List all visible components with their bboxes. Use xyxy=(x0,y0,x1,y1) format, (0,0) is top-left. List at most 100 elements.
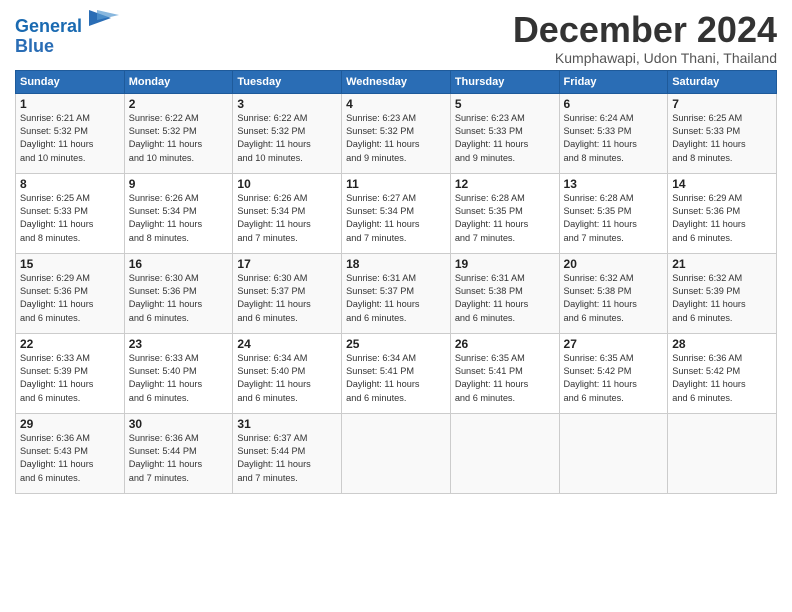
calendar-cell xyxy=(450,413,559,493)
col-monday: Monday xyxy=(124,70,233,93)
cell-info: Sunrise: 6:36 AMSunset: 5:44 PMDaylight:… xyxy=(129,432,229,485)
info-line: and 6 minutes. xyxy=(129,312,229,325)
info-line: Sunset: 5:38 PM xyxy=(564,285,664,298)
cell-info: Sunrise: 6:29 AMSunset: 5:36 PMDaylight:… xyxy=(20,272,120,325)
day-number: 19 xyxy=(455,257,555,271)
cell-info: Sunrise: 6:33 AMSunset: 5:39 PMDaylight:… xyxy=(20,352,120,405)
calendar-cell: 14Sunrise: 6:29 AMSunset: 5:36 PMDayligh… xyxy=(668,173,777,253)
day-number: 25 xyxy=(346,337,446,351)
calendar-cell: 8Sunrise: 6:25 AMSunset: 5:33 PMDaylight… xyxy=(16,173,125,253)
calendar-cell: 15Sunrise: 6:29 AMSunset: 5:36 PMDayligh… xyxy=(16,253,125,333)
info-line: Sunrise: 6:33 AM xyxy=(20,352,120,365)
month-title: December 2024 xyxy=(513,10,777,50)
cell-info: Sunrise: 6:37 AMSunset: 5:44 PMDaylight:… xyxy=(237,432,337,485)
col-sunday: Sunday xyxy=(16,70,125,93)
info-line: Daylight: 11 hours xyxy=(20,378,120,391)
cell-info: Sunrise: 6:34 AMSunset: 5:41 PMDaylight:… xyxy=(346,352,446,405)
calendar-cell: 28Sunrise: 6:36 AMSunset: 5:42 PMDayligh… xyxy=(668,333,777,413)
col-friday: Friday xyxy=(559,70,668,93)
week-row-5: 29Sunrise: 6:36 AMSunset: 5:43 PMDayligh… xyxy=(16,413,777,493)
info-line: Sunset: 5:34 PM xyxy=(237,205,337,218)
day-number: 14 xyxy=(672,177,772,191)
info-line: and 6 minutes. xyxy=(20,472,120,485)
col-saturday: Saturday xyxy=(668,70,777,93)
info-line: Sunset: 5:33 PM xyxy=(20,205,120,218)
logo: General Blue xyxy=(15,14,119,57)
info-line: and 6 minutes. xyxy=(346,392,446,405)
logo-text: General xyxy=(15,14,119,37)
info-line: Sunset: 5:34 PM xyxy=(129,205,229,218)
info-line: Sunrise: 6:27 AM xyxy=(346,192,446,205)
calendar-table: Sunday Monday Tuesday Wednesday Thursday… xyxy=(15,70,777,494)
info-line: Sunset: 5:42 PM xyxy=(672,365,772,378)
info-line: Daylight: 11 hours xyxy=(455,378,555,391)
info-line: and 6 minutes. xyxy=(564,312,664,325)
header-row: Sunday Monday Tuesday Wednesday Thursday… xyxy=(16,70,777,93)
calendar-cell: 30Sunrise: 6:36 AMSunset: 5:44 PMDayligh… xyxy=(124,413,233,493)
day-number: 16 xyxy=(129,257,229,271)
info-line: Sunset: 5:33 PM xyxy=(455,125,555,138)
calendar-cell: 23Sunrise: 6:33 AMSunset: 5:40 PMDayligh… xyxy=(124,333,233,413)
col-tuesday: Tuesday xyxy=(233,70,342,93)
info-line: Sunset: 5:41 PM xyxy=(455,365,555,378)
logo-blue: Blue xyxy=(15,37,119,57)
day-number: 28 xyxy=(672,337,772,351)
info-line: Sunrise: 6:25 AM xyxy=(20,192,120,205)
day-number: 30 xyxy=(129,417,229,431)
info-line: Sunset: 5:40 PM xyxy=(129,365,229,378)
info-line: Daylight: 11 hours xyxy=(346,218,446,231)
day-number: 6 xyxy=(564,97,664,111)
calendar-cell: 5Sunrise: 6:23 AMSunset: 5:33 PMDaylight… xyxy=(450,93,559,173)
day-number: 29 xyxy=(20,417,120,431)
info-line: Daylight: 11 hours xyxy=(672,218,772,231)
day-number: 27 xyxy=(564,337,664,351)
calendar-cell: 13Sunrise: 6:28 AMSunset: 5:35 PMDayligh… xyxy=(559,173,668,253)
day-number: 13 xyxy=(564,177,664,191)
cell-info: Sunrise: 6:28 AMSunset: 5:35 PMDaylight:… xyxy=(455,192,555,245)
day-number: 3 xyxy=(237,97,337,111)
info-line: Sunset: 5:35 PM xyxy=(455,205,555,218)
day-number: 24 xyxy=(237,337,337,351)
info-line: Sunrise: 6:22 AM xyxy=(237,112,337,125)
col-thursday: Thursday xyxy=(450,70,559,93)
info-line: Sunset: 5:36 PM xyxy=(20,285,120,298)
day-number: 18 xyxy=(346,257,446,271)
info-line: Daylight: 11 hours xyxy=(20,458,120,471)
info-line: Sunset: 5:40 PM xyxy=(237,365,337,378)
info-line: Daylight: 11 hours xyxy=(129,218,229,231)
cell-info: Sunrise: 6:31 AMSunset: 5:38 PMDaylight:… xyxy=(455,272,555,325)
calendar-cell: 1Sunrise: 6:21 AMSunset: 5:32 PMDaylight… xyxy=(16,93,125,173)
day-number: 26 xyxy=(455,337,555,351)
calendar-cell: 20Sunrise: 6:32 AMSunset: 5:38 PMDayligh… xyxy=(559,253,668,333)
cell-info: Sunrise: 6:23 AMSunset: 5:32 PMDaylight:… xyxy=(346,112,446,165)
info-line: Sunset: 5:36 PM xyxy=(129,285,229,298)
info-line: and 6 minutes. xyxy=(672,312,772,325)
info-line: Daylight: 11 hours xyxy=(237,378,337,391)
info-line: Sunset: 5:39 PM xyxy=(672,285,772,298)
info-line: and 10 minutes. xyxy=(129,152,229,165)
calendar-body: 1Sunrise: 6:21 AMSunset: 5:32 PMDaylight… xyxy=(16,93,777,493)
info-line: and 6 minutes. xyxy=(237,392,337,405)
info-line: Sunset: 5:37 PM xyxy=(237,285,337,298)
info-line: Sunrise: 6:36 AM xyxy=(20,432,120,445)
info-line: and 6 minutes. xyxy=(129,392,229,405)
day-number: 2 xyxy=(129,97,229,111)
logo-flag-icon xyxy=(89,10,119,32)
calendar-cell: 21Sunrise: 6:32 AMSunset: 5:39 PMDayligh… xyxy=(668,253,777,333)
info-line: Sunset: 5:32 PM xyxy=(20,125,120,138)
title-block: December 2024 Kumphawapi, Udon Thani, Th… xyxy=(513,10,777,66)
info-line: Daylight: 11 hours xyxy=(237,298,337,311)
info-line: Sunset: 5:33 PM xyxy=(672,125,772,138)
info-line: and 9 minutes. xyxy=(455,152,555,165)
cell-info: Sunrise: 6:29 AMSunset: 5:36 PMDaylight:… xyxy=(672,192,772,245)
info-line: and 6 minutes. xyxy=(672,392,772,405)
day-number: 7 xyxy=(672,97,772,111)
info-line: Sunrise: 6:37 AM xyxy=(237,432,337,445)
info-line: Sunrise: 6:34 AM xyxy=(346,352,446,365)
cell-info: Sunrise: 6:26 AMSunset: 5:34 PMDaylight:… xyxy=(129,192,229,245)
info-line: Sunrise: 6:23 AM xyxy=(455,112,555,125)
info-line: Sunrise: 6:36 AM xyxy=(129,432,229,445)
day-number: 5 xyxy=(455,97,555,111)
info-line: and 6 minutes. xyxy=(237,312,337,325)
calendar-cell: 11Sunrise: 6:27 AMSunset: 5:34 PMDayligh… xyxy=(342,173,451,253)
